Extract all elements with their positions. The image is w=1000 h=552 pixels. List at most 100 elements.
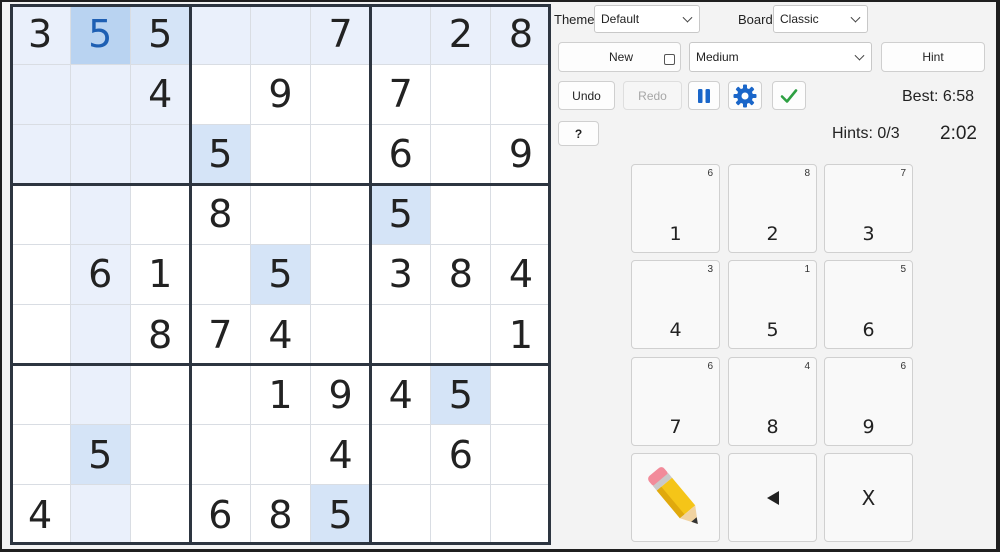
board-cell[interactable]: 5 <box>430 364 491 425</box>
hint-button[interactable]: Hint <box>881 42 985 72</box>
board-cell[interactable] <box>10 64 71 125</box>
board-style-select[interactable]: Classic <box>773 5 868 33</box>
board-cell[interactable] <box>10 124 71 185</box>
numpad-key[interactable]: 73 <box>824 164 913 253</box>
board-cell[interactable] <box>70 124 131 185</box>
board-cell[interactable] <box>250 124 311 185</box>
board-cell[interactable]: 4 <box>130 64 191 125</box>
board-cell[interactable] <box>190 64 251 125</box>
board-cell[interactable] <box>310 124 371 185</box>
board-cell[interactable] <box>310 184 371 245</box>
board-cell[interactable]: 7 <box>190 304 251 365</box>
board-cell[interactable]: 6 <box>430 424 491 485</box>
board-cell[interactable]: 5 <box>130 4 191 65</box>
board-cell[interactable]: 3 <box>10 4 71 65</box>
board-cell[interactable]: 5 <box>70 4 131 65</box>
board-cell[interactable] <box>10 304 71 365</box>
board-cell[interactable] <box>370 4 431 65</box>
board-cell[interactable]: 6 <box>190 484 251 545</box>
settings-button[interactable] <box>728 81 762 110</box>
difficulty-select[interactable]: Medium <box>689 42 872 72</box>
board-cell[interactable] <box>70 184 131 245</box>
check-button[interactable] <box>772 81 806 110</box>
board-cell[interactable]: 8 <box>190 184 251 245</box>
board-cell[interactable]: 8 <box>250 484 311 545</box>
erase-button[interactable]: X <box>824 453 913 542</box>
board-cell[interactable] <box>430 64 491 125</box>
board-cell[interactable] <box>10 364 71 425</box>
board-cell[interactable] <box>310 244 371 305</box>
board-cell[interactable] <box>250 4 311 65</box>
board-cell[interactable] <box>250 424 311 485</box>
board-cell[interactable]: 5 <box>250 244 311 305</box>
board-cell[interactable]: 4 <box>10 484 71 545</box>
board-cell[interactable]: 7 <box>370 64 431 125</box>
board-cell[interactable]: 4 <box>310 424 371 485</box>
numpad-key[interactable]: 15 <box>728 260 817 349</box>
numpad-key[interactable]: 34 <box>631 260 720 349</box>
board-cell[interactable] <box>490 64 551 125</box>
board-cell[interactable] <box>10 184 71 245</box>
back-button[interactable] <box>728 453 817 542</box>
board-cell[interactable]: 8 <box>130 304 191 365</box>
board-cell[interactable] <box>430 124 491 185</box>
numpad-key[interactable]: 69 <box>824 357 913 446</box>
board-cell[interactable]: 9 <box>310 364 371 425</box>
board-cell[interactable] <box>490 424 551 485</box>
theme-select[interactable]: Default <box>594 5 700 33</box>
board-cell[interactable] <box>190 364 251 425</box>
board-cell[interactable] <box>430 184 491 245</box>
numpad-key[interactable]: 56 <box>824 260 913 349</box>
board-cell[interactable] <box>70 484 131 545</box>
pause-button[interactable] <box>688 81 720 110</box>
board-cell[interactable]: 6 <box>370 124 431 185</box>
numpad-key[interactable]: 67 <box>631 357 720 446</box>
board-cell[interactable]: 5 <box>190 124 251 185</box>
help-button[interactable]: ? <box>558 121 599 146</box>
board-cell[interactable]: 1 <box>490 304 551 365</box>
board-cell[interactable]: 8 <box>430 244 491 305</box>
numpad-key[interactable]: 48 <box>728 357 817 446</box>
board-cell[interactable]: 9 <box>490 124 551 185</box>
board-cell[interactable] <box>10 244 71 305</box>
board-cell[interactable] <box>490 364 551 425</box>
board-cell[interactable]: 1 <box>130 244 191 305</box>
board-cell[interactable]: 5 <box>70 424 131 485</box>
board-cell[interactable]: 6 <box>70 244 131 305</box>
board-cell[interactable] <box>310 64 371 125</box>
board-cell[interactable] <box>130 424 191 485</box>
board-cell[interactable] <box>130 364 191 425</box>
board-cell[interactable] <box>70 304 131 365</box>
new-game-checkbox[interactable] <box>664 54 675 65</box>
board-cell[interactable] <box>370 304 431 365</box>
board-cell[interactable]: 4 <box>370 364 431 425</box>
board-cell[interactable] <box>130 124 191 185</box>
board-cell[interactable]: 7 <box>310 4 371 65</box>
board-cell[interactable] <box>250 184 311 245</box>
board-cell[interactable] <box>430 484 491 545</box>
board-cell[interactable]: 3 <box>370 244 431 305</box>
board-cell[interactable] <box>130 184 191 245</box>
numpad-key[interactable]: 82 <box>728 164 817 253</box>
board-cell[interactable]: 4 <box>490 244 551 305</box>
board-cell[interactable] <box>370 424 431 485</box>
board-cell[interactable] <box>190 424 251 485</box>
board-cell[interactable] <box>190 4 251 65</box>
board-cell[interactable]: 2 <box>430 4 491 65</box>
numpad-key[interactable]: 61 <box>631 164 720 253</box>
board-cell[interactable] <box>430 304 491 365</box>
new-game-button[interactable]: New <box>558 42 681 72</box>
board-cell[interactable]: 5 <box>370 184 431 245</box>
board-cell[interactable] <box>10 424 71 485</box>
board-cell[interactable] <box>70 64 131 125</box>
board-cell[interactable] <box>490 484 551 545</box>
pencil-mode-button[interactable] <box>631 453 720 542</box>
board-cell[interactable]: 8 <box>490 4 551 65</box>
board-cell[interactable]: 5 <box>310 484 371 545</box>
board-cell[interactable] <box>130 484 191 545</box>
board-cell[interactable] <box>370 484 431 545</box>
board-cell[interactable] <box>70 364 131 425</box>
board-cell[interactable] <box>190 244 251 305</box>
board-cell[interactable] <box>490 184 551 245</box>
undo-button[interactable]: Undo <box>558 81 615 110</box>
